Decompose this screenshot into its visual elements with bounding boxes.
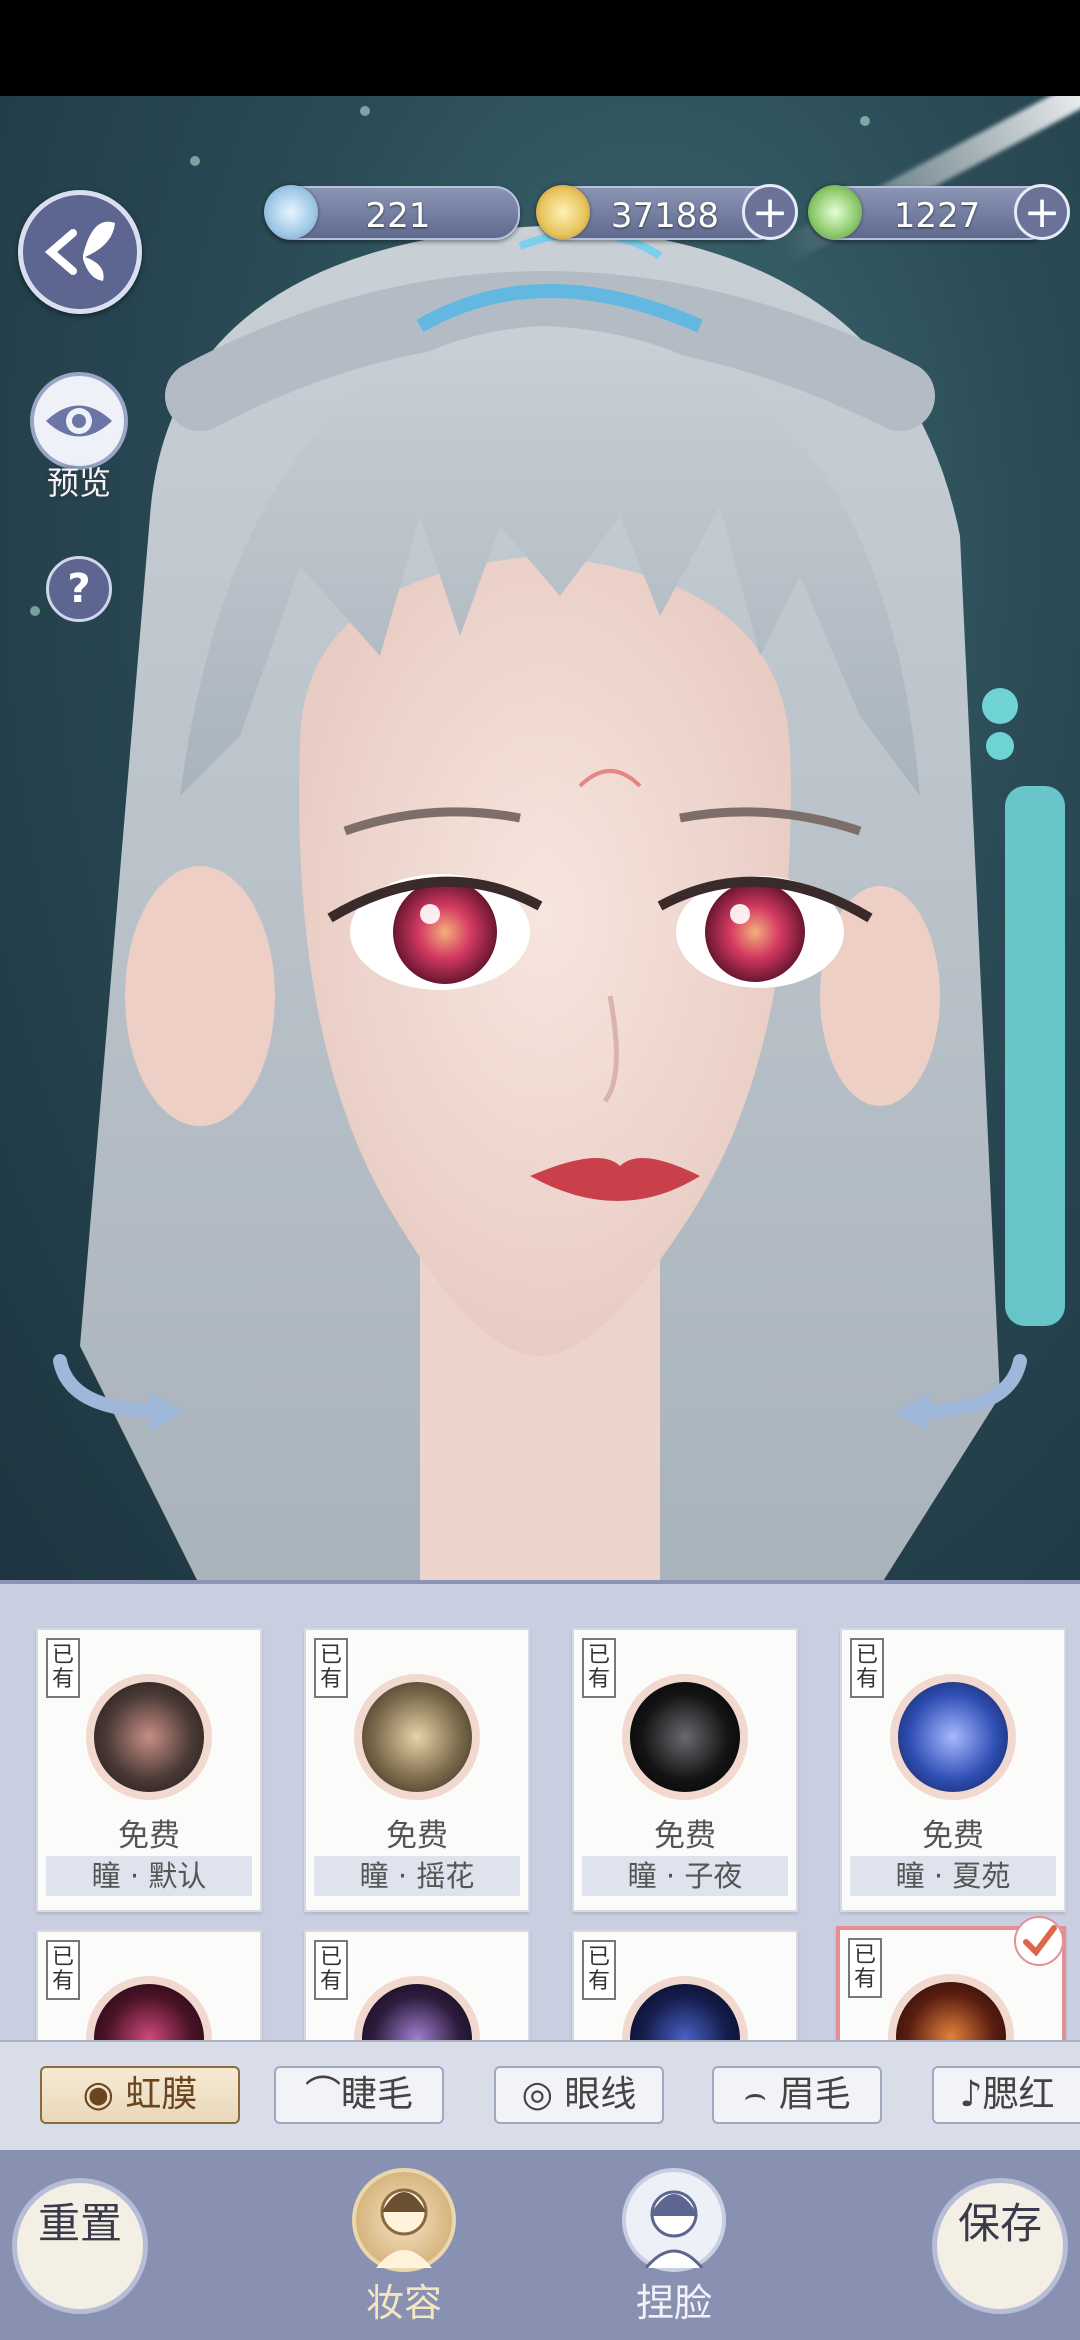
makeup-label[interactable]: 妆容 bbox=[334, 2272, 474, 2327]
token-icon bbox=[808, 185, 862, 239]
preview-label: 预览 bbox=[46, 464, 111, 502]
iris-card[interactable]: 已有 bbox=[36, 1930, 262, 2054]
owned-tag: 已有 bbox=[582, 1638, 616, 1698]
coin-value: 37188 bbox=[610, 196, 720, 236]
help-button[interactable]: ? bbox=[46, 556, 112, 622]
back-button[interactable] bbox=[18, 190, 142, 314]
iris-card[interactable]: 已有 免费 瞳 · 子夜 bbox=[572, 1628, 798, 1912]
tab-eyelash[interactable]: ⌒睫毛 bbox=[274, 2066, 444, 2124]
tab-eyebrow[interactable]: ⌢ 眉毛 bbox=[712, 2066, 882, 2124]
iris-swatch bbox=[86, 1674, 212, 1800]
owned-tag: 已有 bbox=[848, 1938, 882, 1998]
butterfly-back-icon bbox=[44, 221, 115, 281]
rotate-left-icon[interactable] bbox=[50, 1341, 190, 1431]
iris-price: 免费 bbox=[922, 1818, 984, 1854]
owned-tag: 已有 bbox=[46, 1940, 80, 2000]
tab-iris[interactable]: ◉ 虹膜 bbox=[40, 2066, 240, 2124]
brow-icon: ⌢ bbox=[743, 2074, 779, 2115]
coin-icon bbox=[536, 185, 590, 239]
rotate-right-icon[interactable] bbox=[890, 1341, 1030, 1431]
iris-name: 瞳 · 摇花 bbox=[314, 1856, 520, 1896]
iris-price: 免费 bbox=[118, 1818, 180, 1854]
iris-name: 瞳 · 默认 bbox=[46, 1856, 252, 1896]
resource-coin: 37188 + bbox=[536, 184, 798, 240]
face-label[interactable]: 捏脸 bbox=[604, 2272, 744, 2327]
jade-icon bbox=[264, 185, 318, 239]
makeup-icon[interactable] bbox=[352, 2168, 456, 2272]
iris-swatch bbox=[622, 1674, 748, 1800]
tab-blush[interactable]: ♪腮红 bbox=[932, 2066, 1080, 2124]
status-bar bbox=[0, 0, 1080, 96]
iris-card[interactable]: 已有 免费 瞳 · 夏苑 bbox=[840, 1628, 1066, 1912]
add-token-button[interactable]: + bbox=[1014, 184, 1070, 240]
eyelash-icon: ⌒ bbox=[304, 2074, 341, 2115]
iris-icon: ◉ bbox=[82, 2074, 126, 2115]
character-viewport[interactable] bbox=[0, 96, 1080, 1586]
blush-icon: ♪ bbox=[959, 2074, 983, 2115]
token-value: 1227 bbox=[893, 196, 981, 236]
iris-panel: 已有 免费 瞳 · 默认 已有 免费 瞳 · 摇花 已有 免费 瞳 · 子夜 已… bbox=[0, 1580, 1080, 2058]
resource-token: 1227 + bbox=[808, 184, 1070, 240]
iris-name: 瞳 · 子夜 bbox=[582, 1856, 788, 1896]
resource-jade: 221 bbox=[264, 185, 520, 240]
iris-card[interactable]: 已有 bbox=[572, 1930, 798, 2054]
iris-price: 免费 bbox=[654, 1818, 716, 1854]
owned-tag: 已有 bbox=[582, 1940, 616, 2000]
owned-tag: 已有 bbox=[46, 1638, 80, 1698]
bottom-nav: 重置 妆容 捏脸 保存 bbox=[0, 2150, 1080, 2340]
add-coin-button[interactable]: + bbox=[742, 184, 798, 240]
selected-check-icon bbox=[1014, 1916, 1064, 1966]
iris-swatch bbox=[354, 1674, 480, 1800]
eye-icon bbox=[46, 405, 112, 437]
iris-card[interactable]: 已有 bbox=[304, 1930, 530, 2054]
tab-eyeliner[interactable]: ◎ 眼线 bbox=[494, 2066, 664, 2124]
owned-tag: 已有 bbox=[314, 1638, 348, 1698]
save-button[interactable]: 保存 bbox=[932, 2178, 1068, 2314]
iris-name: 瞳 · 夏苑 bbox=[850, 1856, 1056, 1896]
owned-tag: 已有 bbox=[850, 1638, 884, 1698]
owned-tag: 已有 bbox=[314, 1940, 348, 2000]
preview-button[interactable] bbox=[30, 372, 128, 470]
face-icon[interactable] bbox=[622, 2168, 726, 2272]
iris-card[interactable]: 已有 免费 瞳 · 默认 bbox=[36, 1628, 262, 1912]
makeup-category-tabs: ◉ 虹膜 ⌒睫毛 ◎ 眼线 ⌢ 眉毛 ♪腮红 bbox=[0, 2040, 1080, 2152]
eye-icon: ◎ bbox=[521, 2074, 565, 2115]
iris-card[interactable]: 已有 免费 瞳 · 摇花 bbox=[304, 1628, 530, 1912]
reset-button[interactable]: 重置 bbox=[12, 2178, 148, 2314]
iris-price: 免费 bbox=[386, 1818, 448, 1854]
iris-swatch bbox=[890, 1674, 1016, 1800]
jade-value: 221 bbox=[365, 196, 431, 236]
